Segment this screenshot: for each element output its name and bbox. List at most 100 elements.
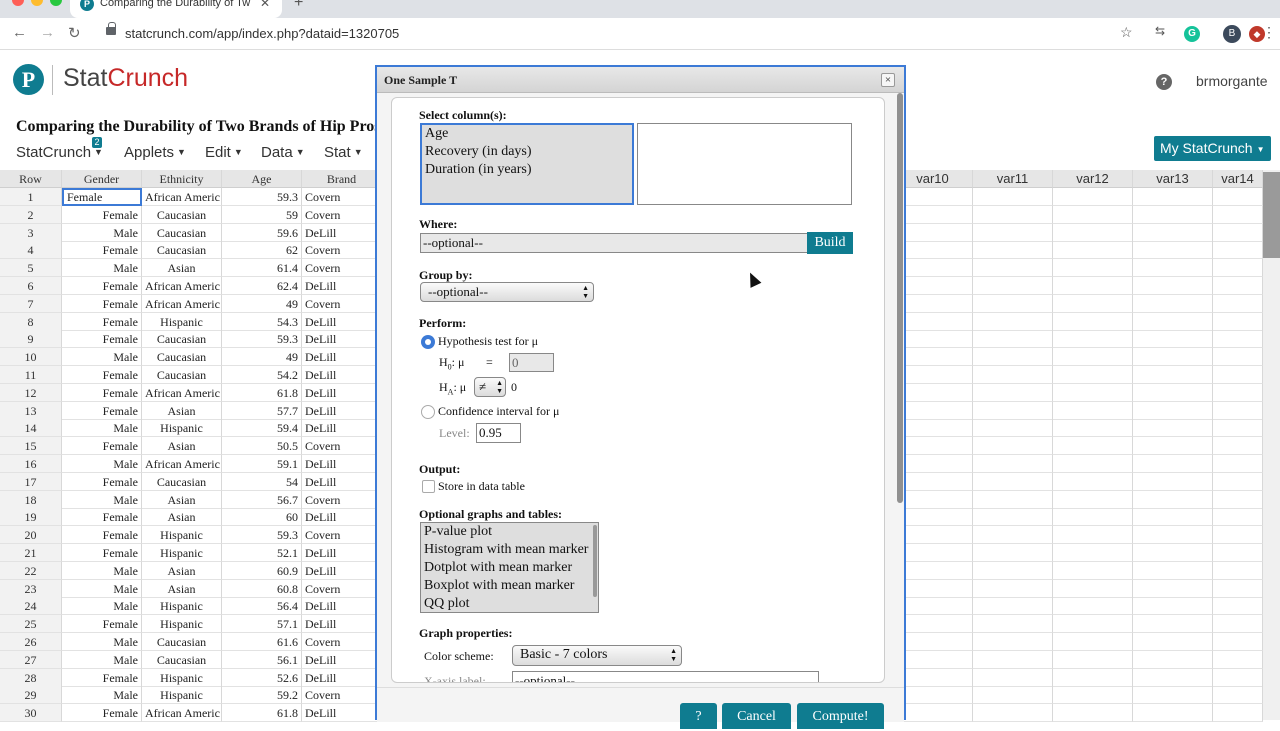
empty-cell[interactable] <box>1133 223 1213 242</box>
age-cell[interactable]: 54.2 <box>222 366 302 384</box>
color-scheme-select[interactable]: Basic - 7 colors ▲ ▼ <box>512 645 682 666</box>
column-source-list[interactable]: Age Recovery (in days) Duration (in year… <box>420 123 634 205</box>
brand-cell[interactable]: Covern <box>302 579 382 598</box>
ethnicity-cell[interactable]: Asian <box>142 437 222 456</box>
ethnicity-cell[interactable]: Caucasian <box>142 650 222 669</box>
build-button[interactable]: Build <box>807 232 853 254</box>
menu-edit[interactable]: Edit ▼ <box>205 144 243 161</box>
gender-cell[interactable]: Male <box>62 348 142 367</box>
empty-cell[interactable] <box>973 294 1053 313</box>
gender-cell[interactable]: Female <box>62 526 142 545</box>
age-cell[interactable]: 59.1 <box>222 455 302 473</box>
graph-option[interactable]: Boxplot with mean marker <box>421 577 598 595</box>
age-cell[interactable]: 57.7 <box>222 401 302 420</box>
empty-cell[interactable] <box>1213 241 1263 260</box>
brand-cell[interactable]: Covern <box>302 686 382 705</box>
age-cell[interactable]: 60.8 <box>222 579 302 598</box>
empty-cell[interactable] <box>1213 597 1263 616</box>
compute-button[interactable]: Compute! <box>797 703 884 729</box>
help-button[interactable]: ? <box>680 703 717 729</box>
gender-cell[interactable]: Male <box>62 686 142 705</box>
browser-tab[interactable]: P Comparing the Durability of Tw ✕ <box>70 0 282 18</box>
empty-cell[interactable] <box>1053 401 1133 420</box>
gender-cell[interactable]: Male <box>62 223 142 242</box>
empty-cell[interactable] <box>1053 686 1133 705</box>
my-statcrunch-button[interactable]: My StatCrunch ▼ <box>1154 136 1271 161</box>
empty-cell[interactable] <box>973 490 1053 509</box>
menu-data[interactable]: Data ▼ <box>261 144 305 161</box>
ethnicity-cell[interactable]: African Americ <box>142 277 222 295</box>
age-cell[interactable]: 59.3 <box>222 188 302 206</box>
empty-cell[interactable] <box>973 686 1053 705</box>
empty-cell[interactable] <box>973 437 1053 456</box>
menu-applets[interactable]: Applets ▼ <box>124 144 186 161</box>
age-cell[interactable]: 61.8 <box>222 704 302 723</box>
age-cell[interactable]: 49 <box>222 294 302 313</box>
age-cell[interactable]: 52.6 <box>222 668 302 687</box>
column-option[interactable]: Duration (in years) <box>422 161 632 179</box>
gender-cell[interactable]: Male <box>62 579 142 598</box>
empty-cell[interactable] <box>973 579 1053 598</box>
gender-cell[interactable]: Female <box>62 294 142 313</box>
empty-cell[interactable] <box>1133 241 1213 260</box>
empty-cell[interactable] <box>1053 188 1133 206</box>
graph-option[interactable]: QQ plot <box>421 595 598 612</box>
brand-cell[interactable]: Covern <box>302 205 382 224</box>
empty-cell[interactable] <box>1213 508 1263 527</box>
empty-cell[interactable] <box>1053 668 1133 687</box>
age-cell[interactable]: 56.1 <box>222 650 302 669</box>
brand-cell[interactable]: DeLill <box>302 650 382 669</box>
ethnicity-cell[interactable]: Hispanic <box>142 686 222 705</box>
brand-cell[interactable]: DeLill <box>302 223 382 242</box>
cancel-button[interactable]: Cancel <box>722 703 791 729</box>
age-cell[interactable]: 59.3 <box>222 526 302 545</box>
dialog-scroll-thumb[interactable] <box>897 93 903 503</box>
browser-menu-icon[interactable]: ⋮ <box>1262 24 1276 41</box>
empty-cell[interactable] <box>1213 704 1263 723</box>
empty-cell[interactable] <box>1133 490 1213 509</box>
tab-close-icon[interactable]: ✕ <box>260 0 270 10</box>
empty-cell[interactable] <box>1213 650 1263 669</box>
grammarly-extension-icon[interactable]: G <box>1184 26 1200 42</box>
empty-cell[interactable] <box>973 383 1053 402</box>
ethnicity-cell[interactable]: African Americ <box>142 294 222 313</box>
empty-cell[interactable] <box>973 561 1053 580</box>
empty-cell[interactable] <box>1213 419 1263 438</box>
empty-cell[interactable] <box>973 312 1053 331</box>
age-cell[interactable]: 59.3 <box>222 330 302 349</box>
empty-cell[interactable] <box>1133 383 1213 402</box>
ethnicity-cell[interactable]: African Americ <box>142 188 222 206</box>
ethnicity-cell[interactable]: Asian <box>142 561 222 580</box>
menu-stat[interactable]: Stat ▼ <box>324 144 363 161</box>
empty-cell[interactable] <box>1053 259 1133 278</box>
empty-cell[interactable] <box>1053 312 1133 331</box>
empty-cell[interactable] <box>1053 561 1133 580</box>
empty-cell[interactable] <box>1133 419 1213 438</box>
empty-cell[interactable] <box>1213 633 1263 651</box>
empty-cell[interactable] <box>1213 526 1263 545</box>
confidence-interval-radio[interactable] <box>421 405 435 419</box>
gender-cell[interactable]: Female <box>62 241 142 260</box>
age-cell[interactable]: 56.7 <box>222 490 302 509</box>
gender-cell[interactable]: Female <box>62 472 142 491</box>
age-cell[interactable]: 59 <box>222 205 302 224</box>
dialog-close-icon[interactable]: × <box>881 73 895 87</box>
empty-cell[interactable] <box>1053 490 1133 509</box>
empty-cell[interactable] <box>973 277 1053 295</box>
ethnicity-cell[interactable]: Caucasian <box>142 633 222 651</box>
gender-cell[interactable]: Female <box>62 615 142 634</box>
store-in-table-checkbox[interactable] <box>422 480 435 493</box>
age-cell[interactable]: 57.1 <box>222 615 302 634</box>
ethnicity-cell[interactable]: Asian <box>142 508 222 527</box>
empty-cell[interactable] <box>973 544 1053 562</box>
ethnicity-cell[interactable]: Caucasian <box>142 366 222 384</box>
column-header[interactable]: var12 <box>1053 170 1133 188</box>
age-cell[interactable]: 59.2 <box>222 686 302 705</box>
empty-cell[interactable] <box>1213 277 1263 295</box>
age-cell[interactable]: 50.5 <box>222 437 302 456</box>
brand-cell[interactable]: DeLill <box>302 561 382 580</box>
column-option[interactable]: Recovery (in days) <box>422 143 632 161</box>
empty-cell[interactable] <box>1133 597 1213 616</box>
ethnicity-cell[interactable]: African Americ <box>142 455 222 473</box>
help-icon[interactable]: ? <box>1156 74 1172 90</box>
